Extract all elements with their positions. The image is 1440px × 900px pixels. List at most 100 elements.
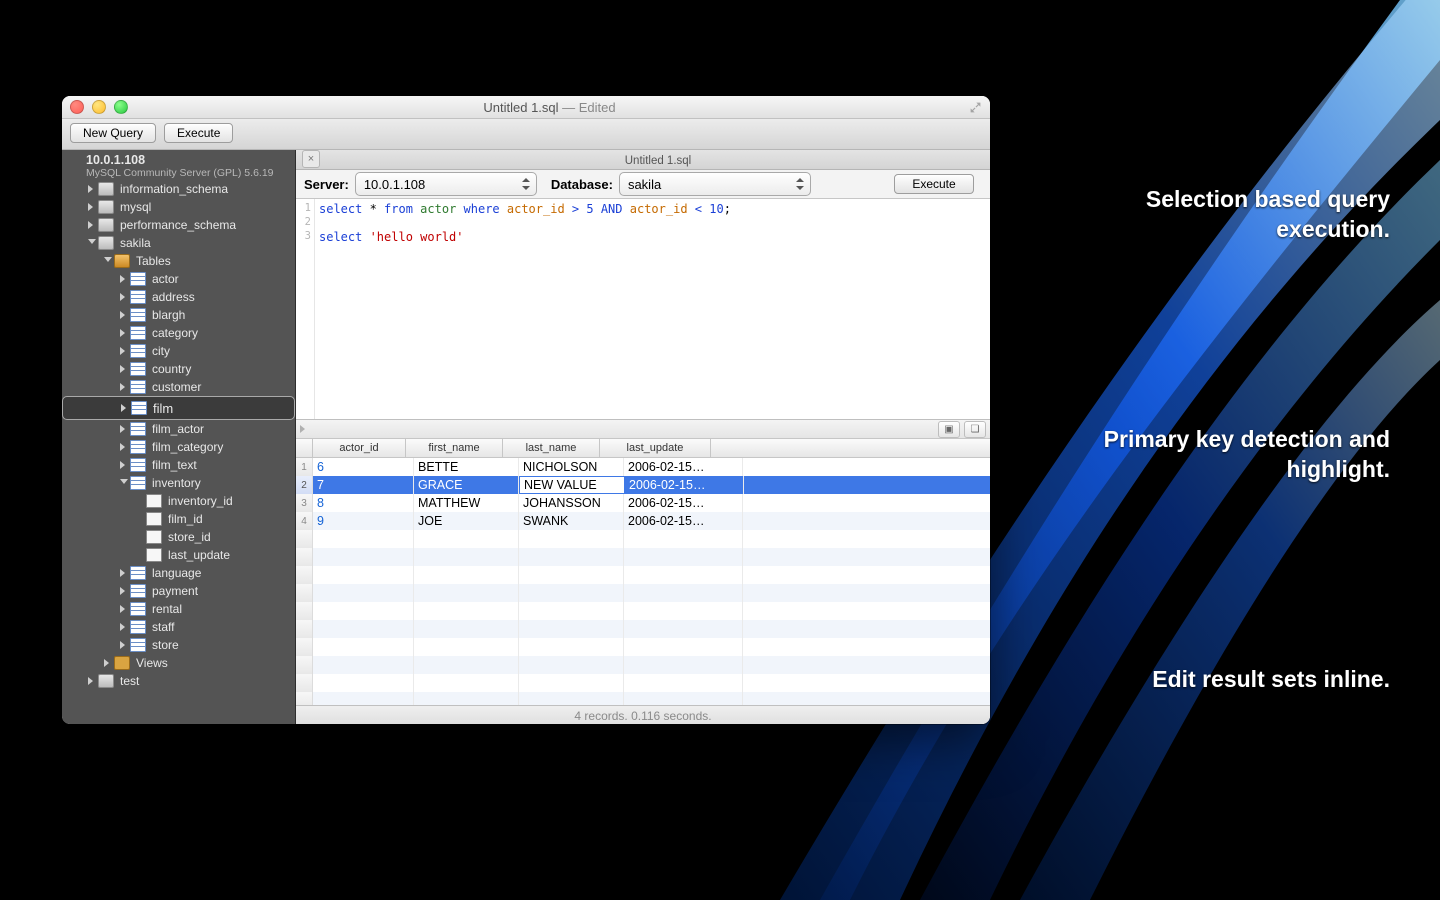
tree-item[interactable]: payment: [62, 582, 295, 600]
tree-item[interactable]: actor: [62, 270, 295, 288]
grid-cell[interactable]: 7: [313, 476, 414, 494]
zoom-window-button[interactable]: [114, 100, 128, 114]
tree-item[interactable]: inventory_id: [62, 492, 295, 510]
tree-item[interactable]: blargh: [62, 306, 295, 324]
tree-item[interactable]: language: [62, 564, 295, 582]
server-select[interactable]: 10.0.1.108: [355, 172, 537, 196]
editor-content[interactable]: select * from actor where actor_id > 5 A…: [315, 199, 990, 419]
grid-cell[interactable]: [313, 584, 414, 602]
grid-cell[interactable]: [313, 530, 414, 548]
execute-query-button[interactable]: Execute: [894, 174, 974, 194]
tree-item[interactable]: film_actor: [62, 420, 295, 438]
grid-cell[interactable]: [519, 566, 624, 584]
grid-cell[interactable]: [519, 602, 624, 620]
grid-cell[interactable]: [414, 620, 519, 638]
server-header[interactable]: 10.0.1.108 MySQL Community Server (GPL) …: [62, 150, 295, 180]
grid-cell[interactable]: MATTHEW: [414, 494, 519, 512]
expand-icon[interactable]: [300, 425, 305, 433]
grid-cell[interactable]: 6: [313, 458, 414, 476]
grid-cell[interactable]: [313, 602, 414, 620]
tree-item[interactable]: country: [62, 360, 295, 378]
grid-cell[interactable]: [519, 620, 624, 638]
grid-cell[interactable]: [519, 530, 624, 548]
column-header[interactable]: last_name: [503, 439, 600, 457]
grid-cell[interactable]: [624, 530, 743, 548]
tree-item[interactable]: store: [62, 636, 295, 654]
close-window-button[interactable]: [70, 100, 84, 114]
tree-item[interactable]: film: [62, 396, 295, 420]
grid-row[interactable]: [296, 692, 990, 705]
grid-row[interactable]: [296, 530, 990, 548]
grid-cell[interactable]: [414, 638, 519, 656]
grid-row[interactable]: [296, 566, 990, 584]
grid-row[interactable]: [296, 584, 990, 602]
grid-row[interactable]: [296, 548, 990, 566]
tree-item[interactable]: Tables: [62, 252, 295, 270]
grid-row[interactable]: 38MATTHEWJOHANSSON2006-02-15…: [296, 494, 990, 512]
grid-row[interactable]: 27GRACENEW VALUE2006-02-15…: [296, 476, 990, 494]
grid-cell[interactable]: [414, 656, 519, 674]
results-grid[interactable]: actor_id first_name last_name last_updat…: [296, 439, 990, 705]
grid-cell[interactable]: [414, 584, 519, 602]
database-select[interactable]: sakila: [619, 172, 811, 196]
grid-cell[interactable]: [313, 692, 414, 705]
grid-cell[interactable]: SWANK: [519, 512, 624, 530]
grid-cell[interactable]: JOHANSSON: [519, 494, 624, 512]
tree-item[interactable]: performance_schema: [62, 216, 295, 234]
tree-item[interactable]: film_category: [62, 438, 295, 456]
new-query-button[interactable]: New Query: [70, 123, 156, 143]
grid-cell[interactable]: NEW VALUE: [519, 476, 625, 494]
grid-row[interactable]: [296, 674, 990, 692]
grid-cell[interactable]: GRACE: [414, 476, 519, 494]
grid-cell[interactable]: [519, 548, 624, 566]
grid-cell[interactable]: [414, 566, 519, 584]
tab-title[interactable]: Untitled 1.sql: [326, 155, 990, 169]
grid-cell[interactable]: 2006-02-15…: [624, 512, 743, 530]
grid-cell[interactable]: [313, 674, 414, 692]
grid-row[interactable]: [296, 656, 990, 674]
tab-close-button[interactable]: ×: [302, 150, 320, 168]
execute-button[interactable]: Execute: [164, 123, 233, 143]
results-action-button[interactable]: ❏: [964, 421, 986, 438]
tree-item[interactable]: Views: [62, 654, 295, 672]
tree-item[interactable]: test: [62, 672, 295, 690]
grid-cell[interactable]: [624, 548, 743, 566]
grid-cell[interactable]: [624, 566, 743, 584]
grid-cell[interactable]: [414, 674, 519, 692]
grid-cell[interactable]: [414, 548, 519, 566]
grid-cell[interactable]: [624, 638, 743, 656]
grid-row[interactable]: [296, 638, 990, 656]
grid-cell[interactable]: [624, 584, 743, 602]
grid-cell[interactable]: [313, 656, 414, 674]
results-action-button[interactable]: ▣: [938, 421, 960, 438]
grid-cell[interactable]: [624, 692, 743, 705]
tree-item[interactable]: rental: [62, 600, 295, 618]
grid-cell[interactable]: [313, 620, 414, 638]
tree-item[interactable]: customer: [62, 378, 295, 396]
grid-row[interactable]: [296, 620, 990, 638]
tree-item[interactable]: city: [62, 342, 295, 360]
grid-cell[interactable]: NICHOLSON: [519, 458, 624, 476]
column-header[interactable]: last_update: [600, 439, 711, 457]
tree-item[interactable]: sakila: [62, 234, 295, 252]
grid-cell[interactable]: [624, 620, 743, 638]
grid-cell[interactable]: 2006-02-15…: [625, 476, 744, 494]
grid-cell[interactable]: [624, 656, 743, 674]
tree-item[interactable]: staff: [62, 618, 295, 636]
grid-cell[interactable]: [313, 548, 414, 566]
column-header[interactable]: first_name: [406, 439, 503, 457]
grid-cell[interactable]: JOE: [414, 512, 519, 530]
grid-cell[interactable]: [519, 584, 624, 602]
grid-row[interactable]: 49JOESWANK2006-02-15…: [296, 512, 990, 530]
minimize-window-button[interactable]: [92, 100, 106, 114]
tree-item[interactable]: last_update: [62, 546, 295, 564]
grid-cell[interactable]: [313, 566, 414, 584]
grid-cell[interactable]: [519, 674, 624, 692]
tree-item[interactable]: category: [62, 324, 295, 342]
grid-cell[interactable]: [624, 602, 743, 620]
sql-editor[interactable]: 1 2 3 select * from actor where actor_id…: [296, 199, 990, 420]
tree-item[interactable]: information_schema: [62, 180, 295, 198]
grid-cell[interactable]: [519, 638, 624, 656]
grid-cell[interactable]: [414, 602, 519, 620]
sidebar[interactable]: 10.0.1.108 MySQL Community Server (GPL) …: [62, 150, 296, 724]
